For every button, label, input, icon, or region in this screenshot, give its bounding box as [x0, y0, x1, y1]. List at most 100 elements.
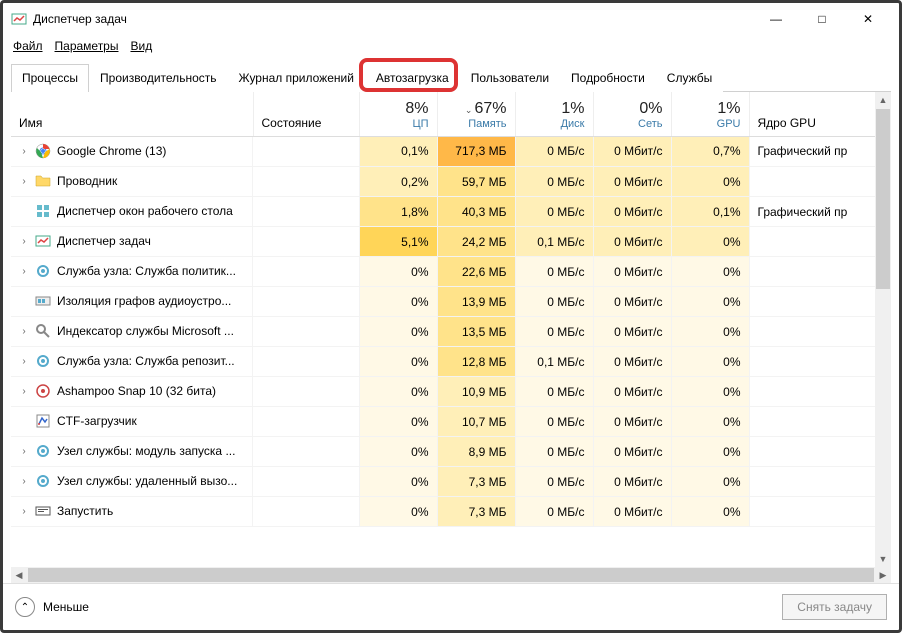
table-row[interactable]: ›Запустить0%7,3 МБ0 МБ/с0 Мбит/с0% [11, 497, 891, 527]
cell-cpu: 0,1% [359, 136, 437, 167]
table-row[interactable]: ›Служба узла: Служба политик...0%22,6 МБ… [11, 257, 891, 287]
cell-disk: 0 МБ/с [515, 437, 593, 467]
scroll-up-icon[interactable]: ▲ [875, 92, 891, 108]
tab-details[interactable]: Подробности [560, 64, 656, 92]
table-row[interactable]: ›Диспетчер задач5,1%24,2 МБ0,1 МБ/с0 Мби… [11, 227, 891, 257]
header-row: Имя Состояние 8%ЦП ⌄67%Память 1%Диск 0%С… [11, 92, 891, 136]
tab-startup[interactable]: Автозагрузка [365, 64, 460, 92]
cell-state [253, 257, 359, 287]
cell-gpu: 0% [671, 347, 749, 377]
table-row[interactable]: CTF-загрузчик0%10,7 МБ0 МБ/с0 Мбит/с0% [11, 407, 891, 437]
fewer-details-button[interactable]: ⌃ Меньше [15, 597, 89, 617]
process-name: Служба узла: Служба политик... [57, 264, 236, 278]
table-row[interactable]: ›Узел службы: модуль запуска ...0%8,9 МБ… [11, 437, 891, 467]
cell-gpu: 0,7% [671, 136, 749, 167]
hscroll-thumb[interactable] [28, 568, 874, 582]
expand-icon[interactable]: › [19, 326, 29, 337]
menu-options[interactable]: Параметры [55, 39, 119, 53]
minimize-button[interactable]: — [753, 4, 799, 34]
cell-state [253, 497, 359, 527]
table-row[interactable]: ›Служба узла: Служба репозит...0%12,8 МБ… [11, 347, 891, 377]
process-icon [35, 473, 51, 489]
table-row[interactable]: ›Узел службы: удаленный вызо...0%7,3 МБ0… [11, 467, 891, 497]
process-table-area: Имя Состояние 8%ЦП ⌄67%Память 1%Диск 0%С… [3, 92, 899, 583]
cell-disk: 0 МБ/с [515, 287, 593, 317]
end-task-button[interactable]: Снять задачу [782, 594, 887, 620]
cell-gpu: 0% [671, 287, 749, 317]
table-scroll: Имя Состояние 8%ЦП ⌄67%Память 1%Диск 0%С… [11, 92, 891, 567]
process-name: Проводник [57, 174, 117, 188]
col-gpu[interactable]: 1%GPU [671, 92, 749, 136]
horizontal-scrollbar[interactable]: ◀ ▶ [11, 567, 891, 583]
expand-icon[interactable]: › [19, 236, 29, 247]
expand-icon[interactable]: › [19, 476, 29, 487]
cell-memory: 10,7 МБ [437, 407, 515, 437]
titlebar[interactable]: Диспетчер задач — □ ✕ [3, 3, 899, 35]
process-icon [35, 233, 51, 249]
col-network[interactable]: 0%Сеть [593, 92, 671, 136]
menubar: Файл Параметры Вид [3, 35, 899, 57]
tab-processes[interactable]: Процессы [11, 64, 89, 92]
vertical-scrollbar[interactable]: ▲ ▼ [875, 92, 891, 567]
expand-icon[interactable]: › [19, 446, 29, 457]
tab-performance[interactable]: Производительность [89, 64, 227, 92]
table-row[interactable]: ›Ashampoo Snap 10 (32 бита)0%10,9 МБ0 МБ… [11, 377, 891, 407]
menu-file[interactable]: Файл [13, 39, 43, 53]
process-icon [35, 263, 51, 279]
scroll-right-icon[interactable]: ▶ [875, 567, 891, 583]
cell-gpu-engine: Графический пр [749, 197, 891, 227]
table-row[interactable]: Диспетчер окон рабочего стола1,8%40,3 МБ… [11, 197, 891, 227]
table-row[interactable]: ›Google Chrome (13)0,1%717,3 МБ0 МБ/с0 М… [11, 136, 891, 167]
process-name: CTF-загрузчик [57, 414, 137, 428]
expand-icon[interactable]: › [19, 356, 29, 367]
expand-icon[interactable]: › [19, 506, 29, 517]
expand-icon[interactable]: › [19, 176, 29, 187]
col-state[interactable]: Состояние [253, 92, 359, 136]
tab-services[interactable]: Службы [656, 64, 723, 92]
table-row[interactable]: ›Проводник0,2%59,7 МБ0 МБ/с0 Мбит/с0% [11, 167, 891, 197]
col-gpu-engine[interactable]: Ядро GPU [749, 92, 891, 136]
col-memory[interactable]: ⌄67%Память [437, 92, 515, 136]
scroll-left-icon[interactable]: ◀ [11, 567, 27, 583]
process-name: Служба узла: Служба репозит... [57, 354, 235, 368]
cell-name: ›Индексатор службы Microsoft ... [11, 317, 253, 347]
maximize-button[interactable]: □ [799, 4, 845, 34]
cell-gpu: 0% [671, 257, 749, 287]
process-icon [35, 323, 51, 339]
cell-network: 0 Мбит/с [593, 317, 671, 347]
cell-memory: 717,3 МБ [437, 136, 515, 167]
tab-users[interactable]: Пользователи [460, 64, 560, 92]
cell-gpu-engine [749, 497, 891, 527]
cell-gpu: 0% [671, 407, 749, 437]
menu-view[interactable]: Вид [130, 39, 152, 53]
scroll-thumb[interactable] [876, 109, 890, 289]
col-cpu[interactable]: 8%ЦП [359, 92, 437, 136]
cell-gpu-engine [749, 317, 891, 347]
cell-name: ›Ashampoo Snap 10 (32 бита) [11, 377, 253, 407]
process-name: Google Chrome (13) [57, 144, 166, 158]
process-icon [35, 383, 51, 399]
cell-cpu: 0% [359, 257, 437, 287]
cell-network: 0 Мбит/с [593, 467, 671, 497]
tab-app-history[interactable]: Журнал приложений [228, 64, 365, 92]
cell-gpu: 0% [671, 467, 749, 497]
expand-icon[interactable]: › [19, 266, 29, 277]
cell-gpu-engine [749, 347, 891, 377]
scroll-down-icon[interactable]: ▼ [875, 551, 891, 567]
col-name[interactable]: Имя [11, 92, 253, 136]
close-button[interactable]: ✕ [845, 4, 891, 34]
cell-state [253, 197, 359, 227]
process-name: Узел службы: модуль запуска ... [57, 444, 235, 458]
cell-disk: 0,1 МБ/с [515, 347, 593, 377]
cell-gpu: 0% [671, 227, 749, 257]
cell-state [253, 467, 359, 497]
process-icon [35, 503, 51, 519]
process-icon [35, 143, 51, 159]
col-disk[interactable]: 1%Диск [515, 92, 593, 136]
cell-name: › Google Chrome (13) [11, 137, 253, 167]
table-row[interactable]: ›Индексатор службы Microsoft ...0%13,5 М… [11, 317, 891, 347]
expand-icon[interactable]: › [19, 146, 29, 157]
table-row[interactable]: Изоляция графов аудиоустро...0%13,9 МБ0 … [11, 287, 891, 317]
expand-icon[interactable]: › [19, 386, 29, 397]
cell-cpu: 0,2% [359, 167, 437, 197]
